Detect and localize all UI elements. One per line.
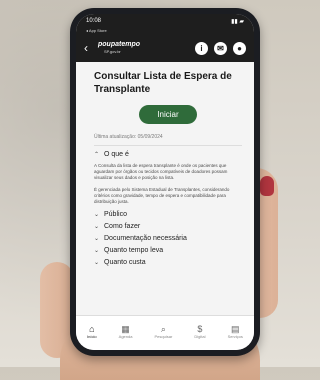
chevron-down-icon: ⌄ [94, 212, 100, 218]
accordion-what-is[interactable]: ⌃ O que é [94, 151, 242, 158]
accordion-documents[interactable]: ⌄ Documentação necessária [94, 235, 242, 242]
tab-label: Digital [194, 333, 206, 339]
accordion-how-to[interactable]: ⌄ Como fazer [94, 223, 242, 230]
accordion-label: Documentação necessária [104, 235, 187, 242]
user-icon[interactable]: ● [233, 41, 246, 55]
tab-search[interactable]: ⌕ Pesquisar [155, 324, 173, 339]
accordion-label: Quanto custa [104, 259, 146, 266]
brand-logo: poupatempo SP.gov.br [98, 41, 195, 55]
back-arrow-icon[interactable]: ‹ [84, 41, 98, 55]
accordion-label: Como fazer [104, 223, 141, 230]
tab-label: Serviços [227, 333, 243, 339]
signal-icon: ▮▮ ▰ [231, 18, 244, 25]
accordion-time[interactable]: ⌄ Quanto tempo leva [94, 247, 242, 254]
fingernail [260, 176, 274, 196]
chevron-down-icon: ⌄ [94, 260, 100, 266]
accordion-cost[interactable]: ⌄ Quanto custa [94, 259, 242, 266]
tab-home[interactable]: ⌂ Início [87, 324, 97, 339]
calendar-icon: ▦ [121, 323, 130, 334]
accordion-label: Quanto tempo leva [104, 247, 164, 254]
status-bar: 10:08 ▮▮ ▰ [76, 14, 254, 28]
accordion-public[interactable]: ⌄ Público [94, 211, 242, 218]
accordion-label: Público [104, 211, 127, 218]
chevron-down-icon: ⌄ [94, 224, 100, 230]
brand-name: poupatempo [98, 41, 140, 48]
tab-label: Início [87, 333, 97, 339]
phone-screen: 10:08 ▮▮ ▰ ◂ App Store ‹ poupatempo SP.g… [76, 14, 254, 350]
start-button[interactable]: Iniciar [139, 105, 197, 124]
brand-sub: SP.gov.br [104, 49, 121, 54]
tab-bar: ⌂ Início ▦ Agenda ⌕ Pesquisar $ Digital … [76, 315, 254, 350]
grid-icon: ▤ [230, 323, 240, 334]
tab-digital[interactable]: $ Digital [194, 324, 205, 339]
info-icon[interactable]: i [195, 41, 208, 55]
description-paragraph-2: É gerenciada pelo Sistema Estadual de Tr… [94, 187, 230, 204]
last-updated: Última atualização: 05/09/2024 [94, 134, 163, 140]
chevron-down-icon: ⌄ [94, 236, 100, 242]
status-time: 10:08 [86, 18, 102, 24]
search-icon: ⌕ [160, 323, 166, 334]
smartphone: 10:08 ▮▮ ▰ ◂ App Store ‹ poupatempo SP.g… [70, 8, 260, 356]
accordion-label: O que é [104, 151, 129, 158]
tab-label: Pesquisar [154, 333, 173, 339]
app-header: ‹ poupatempo SP.gov.br i ✉ ● [76, 34, 254, 62]
tab-agenda[interactable]: ▦ Agenda [119, 324, 133, 339]
home-icon: ⌂ [89, 323, 95, 334]
divider [94, 145, 242, 146]
chevron-up-icon: ⌃ [94, 152, 100, 158]
service-content: Consultar Lista de Espera de Transplante… [76, 62, 254, 266]
page-title: Consultar Lista de Espera de Transplante [94, 71, 232, 95]
chevron-down-icon: ⌄ [94, 248, 100, 254]
mail-icon[interactable]: ✉ [214, 41, 227, 55]
description-paragraph-1: A Consulta da lista de espera transplant… [94, 163, 228, 180]
tab-services[interactable]: ▤ Serviços [228, 324, 243, 339]
tab-label: Agenda [118, 333, 133, 339]
dollar-icon: $ [197, 323, 203, 334]
